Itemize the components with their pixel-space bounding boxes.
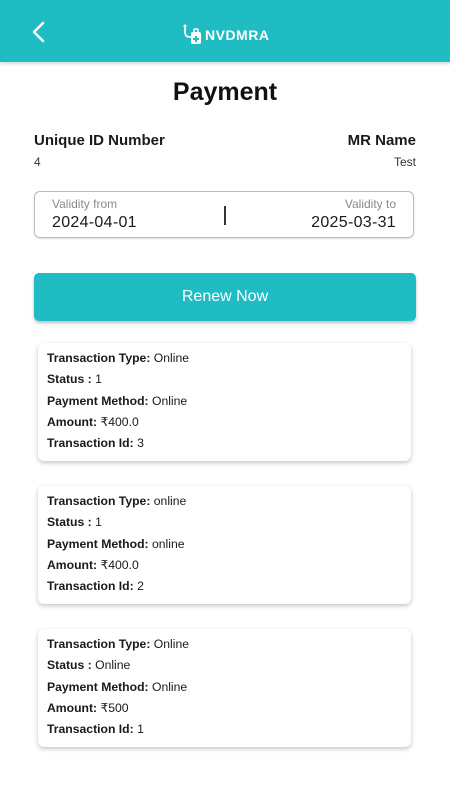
- back-button[interactable]: [28, 20, 52, 44]
- transaction-card: Transaction Type: Online Status : Online…: [38, 629, 411, 747]
- amount-value: ₹400.0: [100, 557, 139, 572]
- payment-method-label: Payment Method:: [47, 679, 149, 694]
- transaction-id-label: Transaction Id:: [47, 722, 134, 737]
- amount-row: Amount: ₹500: [47, 700, 411, 721]
- amount-value: ₹400.0: [100, 414, 139, 429]
- transaction-id-row: Transaction Id: 2: [47, 578, 411, 599]
- transaction-type-row: Transaction Type: Online: [47, 636, 411, 657]
- status-label: Status :: [47, 515, 92, 530]
- amount-label: Amount:: [47, 700, 98, 715]
- payment-method-label: Payment Method:: [47, 536, 149, 551]
- status-value: 1: [95, 515, 102, 530]
- payment-method-value: Online: [151, 393, 188, 408]
- transaction-id-label: Transaction Id:: [47, 436, 134, 451]
- transaction-card: Transaction Type: online Status : 1 Paym…: [38, 486, 411, 604]
- amount-row: Amount: ₹400.0: [47, 557, 411, 578]
- validity-to-label: Validity to: [344, 197, 396, 211]
- transaction-type-row: Transaction Type: online: [47, 493, 411, 514]
- unique-id-value: 4: [34, 155, 41, 169]
- amount-row: Amount: ₹400.0: [47, 414, 411, 435]
- transaction-id-value: 2: [137, 579, 144, 594]
- transaction-card: Transaction Type: Online Status : 1 Paym…: [38, 343, 411, 461]
- payment-method-value: Online: [151, 679, 188, 694]
- transaction-type-label: Transaction Type:: [47, 351, 151, 365]
- validity-range: Validity from 2024-04-01 Validity to 202…: [34, 191, 414, 238]
- brand-name: NVDMRA: [205, 27, 270, 43]
- status-row: Status : 1: [47, 514, 411, 535]
- amount-label: Amount:: [47, 557, 98, 572]
- transaction-id-row: Transaction Id: 3: [47, 435, 411, 456]
- transaction-type-value: online: [153, 494, 187, 508]
- transaction-id-value: 1: [137, 722, 144, 737]
- status-value: 1: [95, 372, 102, 387]
- amount-value: ₹500: [100, 700, 129, 715]
- stethoscope-bag-icon: [183, 24, 201, 44]
- status-label: Status :: [47, 658, 92, 673]
- transaction-type-value: Online: [153, 637, 190, 651]
- transaction-id-value: 3: [137, 436, 144, 451]
- transaction-type-label: Transaction Type:: [47, 637, 151, 651]
- payment-method-value: online: [151, 536, 185, 551]
- payment-method-row: Payment Method: Online: [47, 679, 411, 700]
- payment-method-label: Payment Method:: [47, 393, 149, 408]
- status-row: Status : Online: [47, 657, 411, 678]
- validity-from-value: 2024-04-01: [52, 214, 137, 231]
- unique-id-label: Unique ID Number: [34, 132, 165, 149]
- payment-method-row: Payment Method: online: [47, 536, 411, 557]
- validity-divider: [224, 206, 226, 225]
- app-bar: NVDMRA: [0, 0, 450, 62]
- chevron-left-icon[interactable]: [28, 20, 52, 44]
- validity-to-value: 2025-03-31: [311, 214, 396, 231]
- status-value: Online: [95, 658, 131, 673]
- payment-method-row: Payment Method: Online: [47, 393, 411, 414]
- transaction-type-row: Transaction Type: Online: [47, 350, 411, 371]
- validity-from-label: Validity from: [52, 197, 118, 211]
- transaction-type-value: Online: [153, 351, 190, 365]
- mr-name-label: MR Name: [347, 132, 416, 149]
- status-label: Status :: [47, 372, 92, 387]
- transaction-id-row: Transaction Id: 1: [47, 721, 411, 742]
- transaction-id-label: Transaction Id:: [47, 579, 134, 594]
- renew-now-button[interactable]: Renew Now: [34, 273, 416, 321]
- brand: NVDMRA: [182, 24, 269, 46]
- mr-name-value: Test: [393, 155, 416, 169]
- amount-label: Amount:: [47, 414, 98, 429]
- status-row: Status : 1: [47, 371, 411, 392]
- page-title: Payment: [172, 78, 278, 106]
- transaction-type-label: Transaction Type:: [47, 494, 151, 508]
